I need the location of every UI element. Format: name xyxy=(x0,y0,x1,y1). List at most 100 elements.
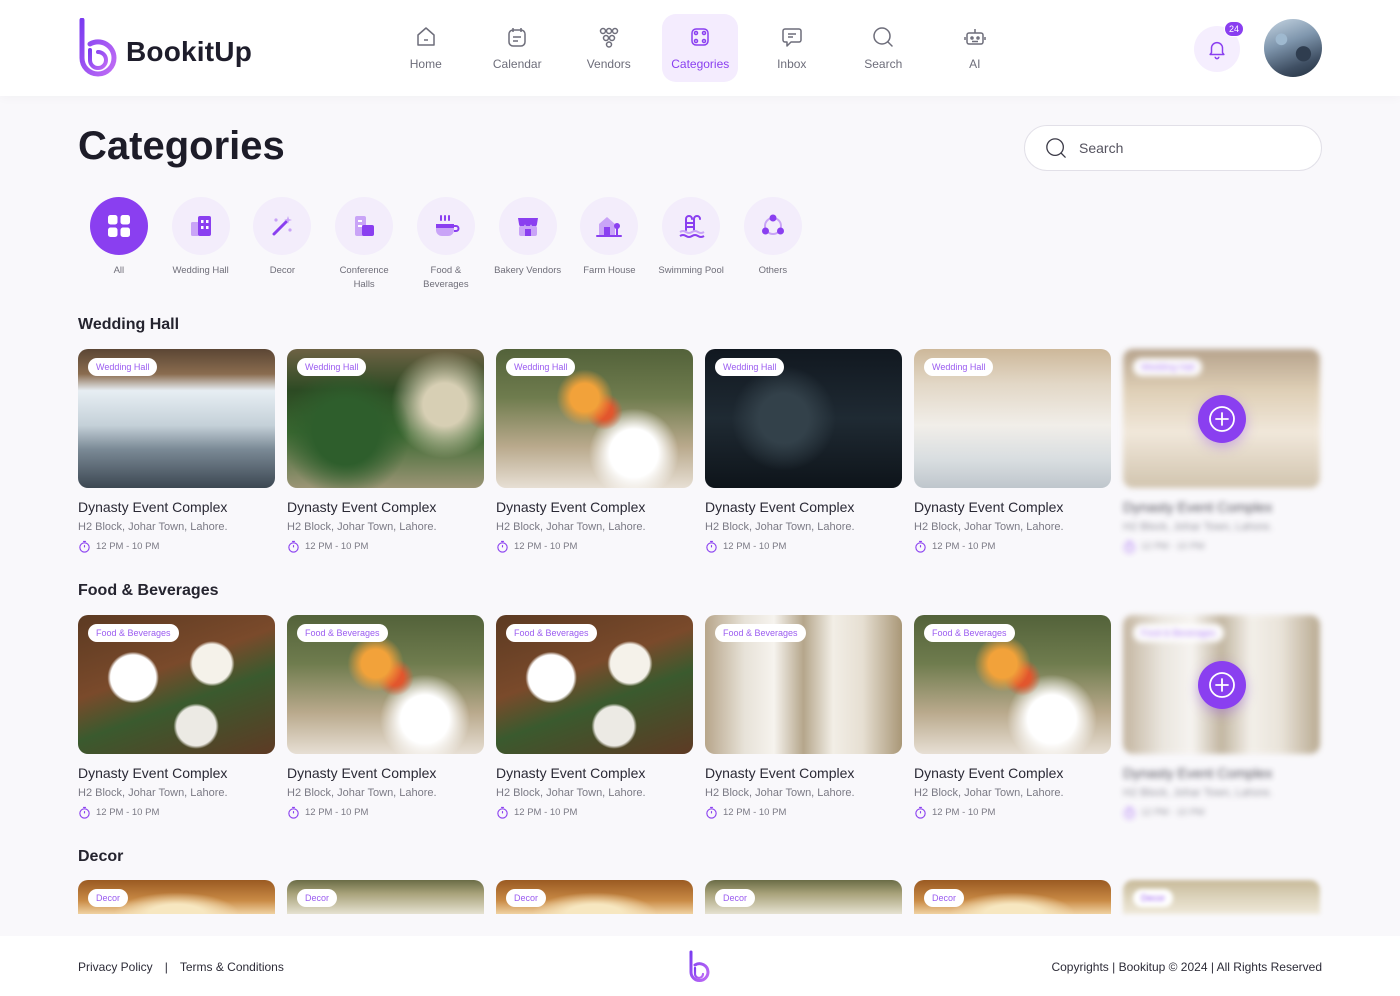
privacy-policy-link[interactable]: Privacy Policy xyxy=(78,960,153,974)
magic-wand-icon xyxy=(272,216,293,236)
venue-hours: 12 PM - 10 PM xyxy=(1123,806,1320,819)
venue-address: H2 Block, Johar Town, Lahore. xyxy=(496,521,646,533)
nav-calendar[interactable]: Calendar xyxy=(472,14,564,82)
footer-separator: | xyxy=(164,960,168,974)
category-wedding-hall[interactable]: Wedding Hall xyxy=(160,197,242,291)
search-input[interactable] xyxy=(1079,140,1279,156)
main-nav: Home Calendar Vendors Categories Inbox S… xyxy=(380,14,1021,82)
venue-hours: 12 PM - 10 PM xyxy=(78,540,275,553)
venue-hours: 12 PM - 10 PM xyxy=(496,540,693,553)
decor-card[interactable]: Decor xyxy=(914,880,1111,914)
venue-hours: 12 PM - 10 PM xyxy=(287,806,484,819)
nav-ai[interactable]: AI xyxy=(929,14,1021,82)
venue-card[interactable]: Food & Beverages Dynasty Event Complex H… xyxy=(287,615,484,819)
bookitup-logo-icon xyxy=(79,18,117,77)
category-conference-halls[interactable]: Conference Halls xyxy=(323,197,405,291)
category-tag: Food & Beverages xyxy=(297,624,388,642)
decor-card[interactable]: Decor xyxy=(496,880,693,914)
venue-card[interactable]: Wedding Hall Dynasty Event Complex H2 Bl… xyxy=(78,349,275,553)
categories-icon xyxy=(691,28,709,46)
venue-address: H2 Block, Johar Town, Lahore. xyxy=(78,521,228,533)
decor-card[interactable]: Decor xyxy=(78,880,275,914)
venue-hours: 12 PM - 10 PM xyxy=(705,540,902,553)
category-tag: Decor xyxy=(506,889,547,907)
view-more-wedding-hall-button[interactable] xyxy=(1198,395,1246,443)
nav-home[interactable]: Home xyxy=(380,14,472,82)
venue-address: H2 Block, Johar Town, Lahore. xyxy=(914,787,1064,799)
section-title-food-beverages: Food & Beverages xyxy=(78,582,219,599)
venue-card[interactable]: Food & Beverages Dynasty Event Complex H… xyxy=(705,615,902,819)
venue-title: Dynasty Event Complex xyxy=(914,765,1064,781)
category-decor[interactable]: Decor xyxy=(242,197,324,291)
category-label: Conference Halls xyxy=(339,265,389,290)
venue-hours-text: 12 PM - 10 PM xyxy=(1141,807,1205,818)
stopwatch-icon xyxy=(915,540,926,553)
venue-hours-text: 12 PM - 10 PM xyxy=(96,807,160,818)
stopwatch-icon xyxy=(288,540,299,553)
top-header: BookitUp Home Calendar Vendors Categorie… xyxy=(0,0,1400,96)
category-swimming-pool[interactable]: Swimming Pool xyxy=(650,197,732,291)
venue-title: Dynasty Event Complex xyxy=(287,765,437,781)
stopwatch-icon xyxy=(497,806,508,819)
stopwatch-icon xyxy=(288,806,299,819)
venue-title: Dynasty Event Complex xyxy=(914,499,1064,515)
venue-hours-text: 12 PM - 10 PM xyxy=(305,541,369,552)
category-all[interactable]: All xyxy=(78,197,160,291)
nav-vendors[interactable]: Vendors xyxy=(563,14,655,82)
venue-card-more[interactable]: Wedding Hall Dynasty Event Complex H2 Bl… xyxy=(1123,349,1320,553)
shop-icon xyxy=(517,218,538,236)
bell-icon xyxy=(1209,41,1225,60)
stopwatch-icon xyxy=(79,806,90,819)
category-food-beverages[interactable]: Food & Beverages xyxy=(405,197,487,291)
decor-card-more[interactable]: Decor xyxy=(1123,880,1320,914)
category-tag: Food & Beverages xyxy=(924,624,1015,642)
page-title: Categories xyxy=(78,124,285,168)
venue-title: Dynasty Event Complex xyxy=(496,765,646,781)
terms-conditions-link[interactable]: Terms & Conditions xyxy=(180,960,284,974)
search-bar[interactable] xyxy=(1024,125,1322,171)
calendar-icon xyxy=(508,28,526,47)
venue-card-more[interactable]: Food & Beverages Dynasty Event Complex H… xyxy=(1123,615,1320,819)
venue-hours: 12 PM - 10 PM xyxy=(914,540,1111,553)
nav-inbox[interactable]: Inbox xyxy=(746,14,838,82)
app-logo[interactable]: BookitUp xyxy=(78,18,252,78)
venue-hours: 12 PM - 10 PM xyxy=(78,806,275,819)
venue-address: H2 Block, Johar Town, Lahore. xyxy=(287,787,437,799)
search-icon xyxy=(1046,138,1066,158)
category-label: Farm House xyxy=(583,265,636,276)
venue-title: Dynasty Event Complex xyxy=(78,499,228,515)
venue-address: H2 Block, Johar Town, Lahore. xyxy=(496,787,646,799)
stopwatch-icon xyxy=(1124,540,1135,553)
venue-card[interactable]: Wedding Hall Dynasty Event Complex H2 Bl… xyxy=(287,349,484,553)
user-avatar[interactable] xyxy=(1264,19,1322,77)
nav-categories[interactable]: Categories xyxy=(662,14,739,82)
venue-card[interactable]: Wedding Hall Dynasty Event Complex H2 Bl… xyxy=(705,349,902,553)
category-farm-house[interactable]: Farm House xyxy=(569,197,651,291)
decor-card[interactable]: Decor xyxy=(287,880,484,914)
venue-card[interactable]: Wedding Hall Dynasty Event Complex H2 Bl… xyxy=(496,349,693,553)
category-decor-circle xyxy=(253,197,312,255)
vendors-icon xyxy=(599,27,618,48)
stopwatch-icon xyxy=(497,540,508,553)
decor-card[interactable]: Decor xyxy=(705,880,902,914)
inbox-icon xyxy=(782,28,802,47)
category-others[interactable]: Others xyxy=(732,197,814,291)
venue-title: Dynasty Event Complex xyxy=(1123,499,1273,515)
venue-title: Dynasty Event Complex xyxy=(78,765,228,781)
venue-card[interactable]: Food & Beverages Dynasty Event Complex H… xyxy=(78,615,275,819)
venue-card[interactable]: Food & Beverages Dynasty Event Complex H… xyxy=(914,615,1111,819)
category-label: Swimming Pool xyxy=(658,265,724,276)
venue-address: H2 Block, Johar Town, Lahore. xyxy=(914,521,1064,533)
category-farm-house-circle xyxy=(580,197,639,255)
nav-search[interactable]: Search xyxy=(838,14,930,82)
venue-hours: 12 PM - 10 PM xyxy=(705,806,902,819)
category-all-circle xyxy=(89,197,148,255)
venue-card[interactable]: Food & Beverages Dynasty Event Complex H… xyxy=(496,615,693,819)
venue-card[interactable]: Wedding Hall Dynasty Event Complex H2 Bl… xyxy=(914,349,1111,553)
others-icon xyxy=(761,214,784,235)
venue-image: Wedding Hall xyxy=(496,349,693,488)
category-tag: Wedding Hall xyxy=(297,358,367,376)
view-more-food-beverages-button[interactable] xyxy=(1198,661,1246,709)
category-wedding-hall-circle xyxy=(171,197,230,255)
category-bakery-vendors[interactable]: Bakery Vendors xyxy=(487,197,569,291)
